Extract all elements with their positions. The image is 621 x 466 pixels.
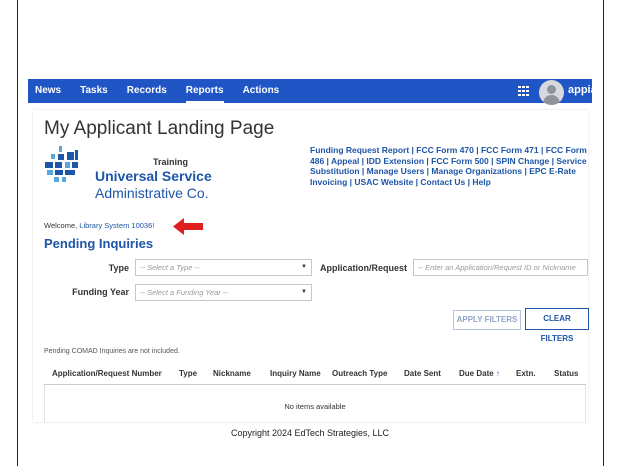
- nav-item-reports[interactable]: Reports: [185, 79, 224, 103]
- nav-item-news[interactable]: News: [35, 79, 61, 103]
- chevron-down-icon: ▼: [301, 264, 307, 270]
- funding-year-select[interactable]: -- Select a Funding Year -- ▼: [135, 284, 312, 301]
- empty-table-message: No items available: [284, 402, 346, 411]
- funding-year-select-value: -- Select a Funding Year --: [140, 288, 228, 297]
- copyright-footer: Copyright 2024 EdTech Strategies, LLC: [230, 428, 390, 438]
- col-date-sent[interactable]: Date Sent: [404, 369, 441, 378]
- avatar-body: [543, 95, 560, 105]
- top-nav-bar: News Tasks Records Reports Actions appia…: [28, 79, 603, 105]
- pending-inquiries-heading: Pending Inquiries: [44, 236, 154, 251]
- avatar-head: [547, 85, 556, 94]
- type-label: Type: [108, 263, 129, 273]
- chevron-down-icon: ▼: [301, 289, 307, 295]
- usac-logo-icon: [45, 146, 85, 186]
- type-select[interactable]: -- Select a Type -- ▼: [135, 259, 312, 276]
- nav-item-tasks[interactable]: Tasks: [80, 79, 108, 103]
- funding-year-label: Funding Year: [72, 287, 129, 297]
- welcome-text: Welcome, Library System 10036!: [44, 221, 154, 230]
- col-nickname[interactable]: Nickname: [213, 369, 251, 378]
- col-type[interactable]: Type: [179, 369, 197, 378]
- type-select-value: -- Select a Type --: [140, 263, 200, 272]
- user-avatar-icon[interactable]: [539, 80, 564, 105]
- page-title: My Applicant Landing Page: [44, 118, 275, 139]
- col-inquiry-name[interactable]: Inquiry Name: [270, 369, 321, 378]
- due-date-label: Due Date: [459, 369, 494, 378]
- org-name-line1: Universal Service: [95, 168, 212, 184]
- col-status[interactable]: Status: [554, 369, 578, 378]
- col-due-date[interactable]: Due Date ↑: [459, 369, 500, 378]
- appian-logo: appian: [568, 84, 604, 96]
- application-request-label: Application/Request: [319, 263, 407, 273]
- comad-note: Pending COMAD Inquiries are not included…: [44, 348, 180, 355]
- clear-filters-button[interactable]: CLEAR FILTERS: [525, 308, 589, 343]
- user-link[interactable]: Library System 10036!: [79, 221, 154, 230]
- welcome-prefix: Welcome,: [44, 221, 80, 230]
- col-outreach-type[interactable]: Outreach Type: [332, 369, 387, 378]
- nav-item-actions[interactable]: Actions: [243, 79, 280, 103]
- training-label: Training: [153, 157, 189, 167]
- nav-item-records[interactable]: Records: [127, 79, 167, 103]
- apply-filters-button[interactable]: APPLY FILTERS: [453, 310, 521, 330]
- application-request-input[interactable]: -- Enter an Application/Request ID or Ni…: [413, 259, 588, 276]
- inquiries-table-header: Application/Request Number Type Nickname…: [44, 363, 586, 385]
- col-application-request-number[interactable]: Application/Request Number: [52, 369, 162, 378]
- app-grid-icon[interactable]: [518, 86, 529, 96]
- red-arrow-icon: [173, 218, 203, 235]
- org-name-line2: Administrative Co.: [95, 185, 209, 201]
- quick-links[interactable]: Funding Request Report | FCC Form 470 | …: [310, 145, 590, 187]
- sort-ascending-icon: ↑: [495, 369, 500, 378]
- col-extn[interactable]: Extn.: [516, 369, 536, 378]
